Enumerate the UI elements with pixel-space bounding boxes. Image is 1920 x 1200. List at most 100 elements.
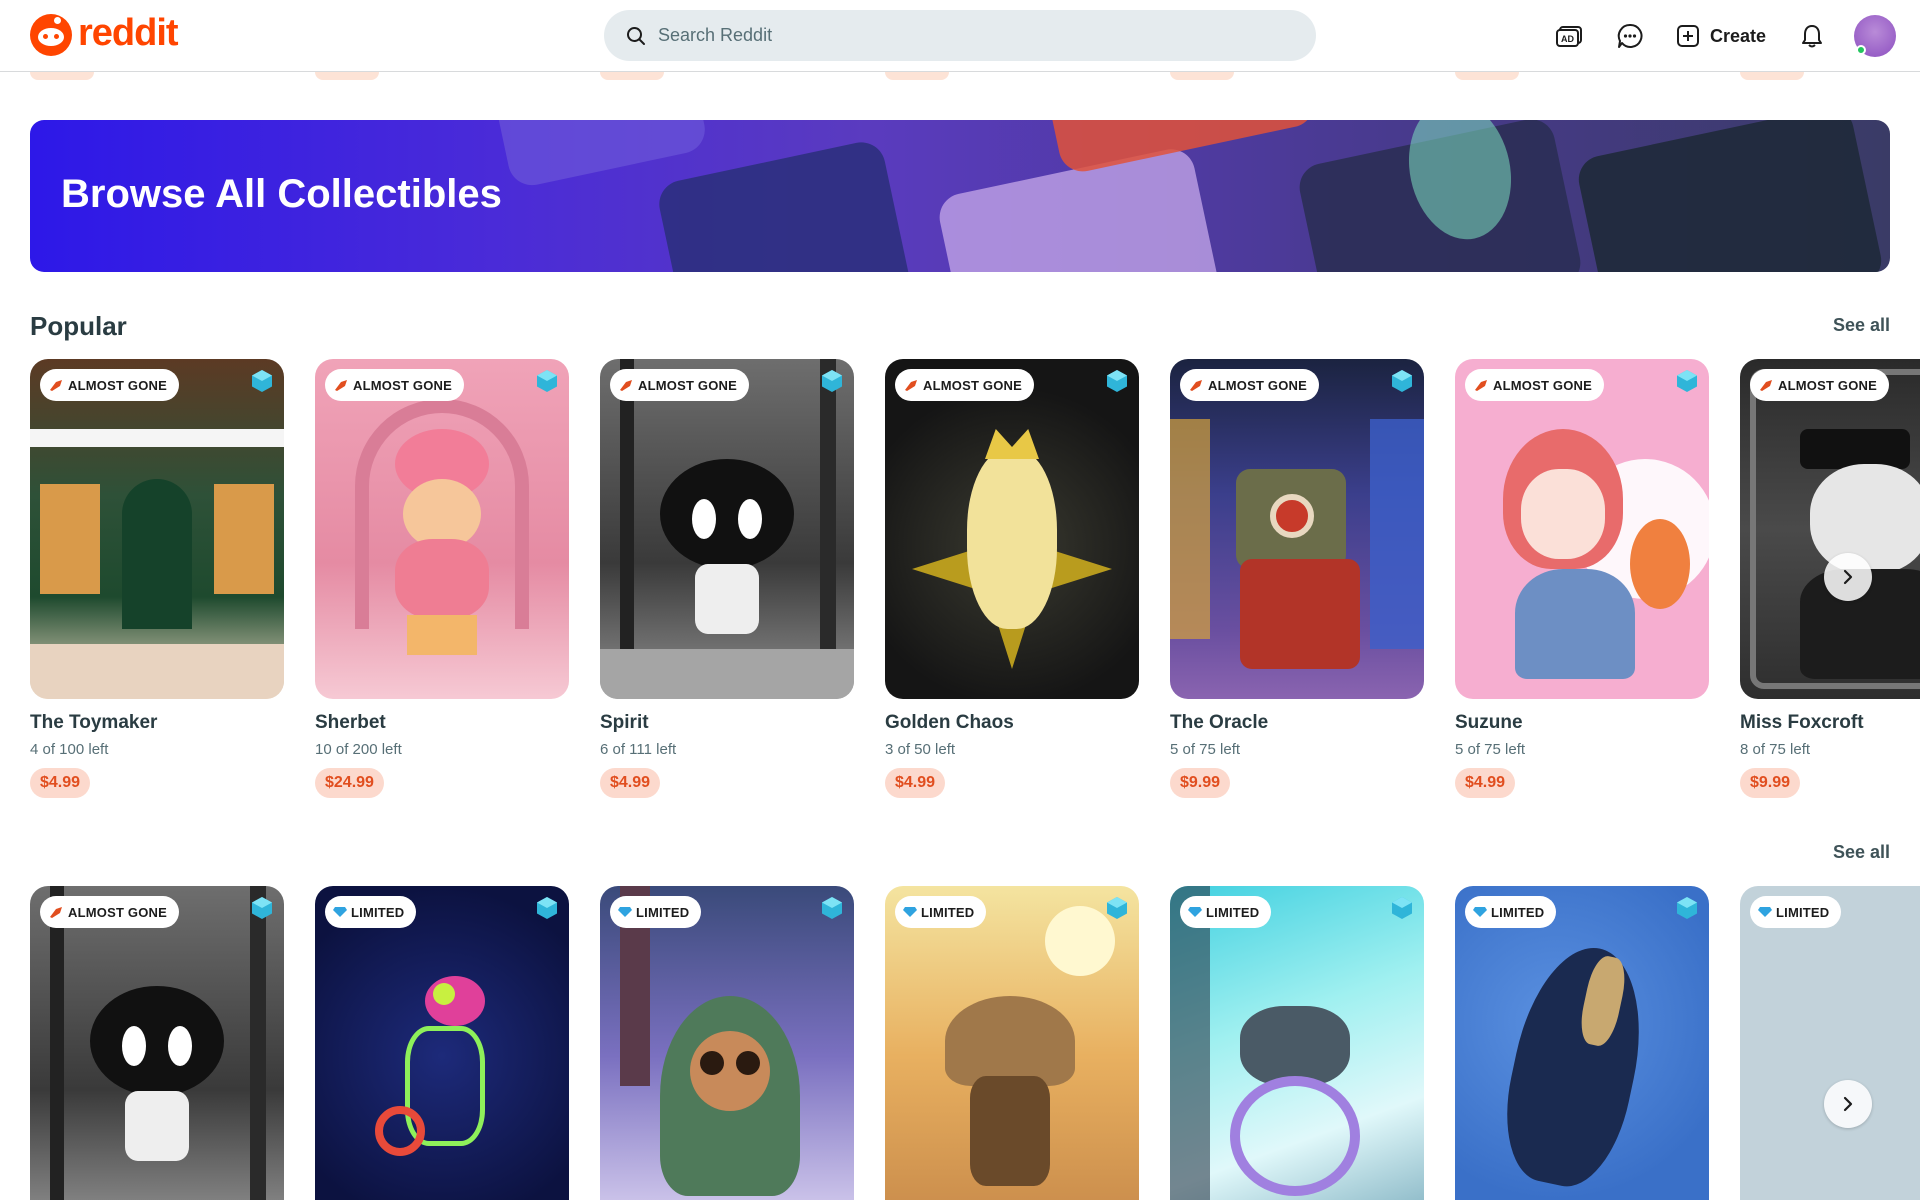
collectible-price[interactable]: $4.99 xyxy=(1455,768,1516,798)
collectible-name: The Toymaker xyxy=(30,712,158,733)
collectible-gem-icon xyxy=(1677,370,1697,392)
notifications-bell-icon xyxy=(1802,25,1822,48)
chevron-right-icon xyxy=(1843,569,1853,585)
collectible-gem-icon xyxy=(252,370,272,392)
collectible-remaining: 5 of 75 left xyxy=(1170,741,1241,758)
second-collectibles-row: ALMOST GONE LIMITED LIMITED LIMITED LIMI… xyxy=(30,886,1920,1200)
online-status-dot xyxy=(1856,45,1866,55)
collectible-remaining: 10 of 200 left xyxy=(315,741,402,758)
collectible-remaining: 3 of 50 left xyxy=(885,741,956,758)
collectible-remaining: 8 of 75 left xyxy=(1740,741,1811,758)
collectible-name: Suzune xyxy=(1455,712,1523,733)
limited-badge: LIMITED xyxy=(1465,896,1557,928)
collectible-price[interactable]: $9.99 xyxy=(1740,768,1801,798)
chat-icon xyxy=(1617,23,1643,48)
almost-gone-badge: ALMOST GONE xyxy=(895,369,1034,401)
collectible-gem-icon xyxy=(1392,897,1412,919)
collectible-art xyxy=(1455,359,1709,699)
collectible-price[interactable]: $4.99 xyxy=(600,768,661,798)
collectible-art xyxy=(885,359,1139,699)
top-nav-bar: reddit AD Create xyxy=(0,0,1920,72)
previous-row-peek xyxy=(1740,72,1804,80)
diamond-icon xyxy=(1188,907,1202,917)
banner-title: Browse All Collectibles xyxy=(61,172,502,216)
user-avatar[interactable] xyxy=(1854,15,1896,57)
rocket-icon xyxy=(1760,380,1772,391)
collectible-remaining: 4 of 100 left xyxy=(30,741,109,758)
reddit-snoo-icon xyxy=(30,14,72,56)
carousel-next-button[interactable] xyxy=(1824,553,1872,601)
browse-all-collectibles-banner[interactable]: Browse All Collectibles xyxy=(30,120,1890,272)
search-icon xyxy=(627,26,645,45)
reddit-logo[interactable]: reddit xyxy=(30,11,179,56)
collectible-name: Miss Foxcroft xyxy=(1740,712,1864,733)
rocket-icon xyxy=(50,907,62,918)
previous-row-peek xyxy=(885,72,949,80)
see-all-popular-link[interactable]: See all xyxy=(1833,315,1890,336)
limited-badge: LIMITED xyxy=(895,896,987,928)
limited-badge: LIMITED xyxy=(1180,896,1272,928)
rocket-icon xyxy=(335,380,347,391)
chat-button[interactable] xyxy=(1612,18,1648,54)
diamond-icon xyxy=(333,907,347,917)
see-all-second-row-link[interactable]: See all xyxy=(1833,842,1890,863)
collectible-art xyxy=(1455,886,1709,1200)
collectible-art xyxy=(600,886,854,1200)
diamond-icon xyxy=(903,907,917,917)
collectible-gem-icon xyxy=(537,897,557,919)
collectible-price[interactable]: $24.99 xyxy=(315,768,384,798)
collectible-art xyxy=(1170,886,1424,1200)
collectible-gem-icon xyxy=(537,370,557,392)
collectible-name: Spirit xyxy=(600,712,649,733)
collectible-remaining: 6 of 111 left xyxy=(600,741,677,758)
almost-gone-badge: ALMOST GONE xyxy=(1465,369,1604,401)
collectible-art xyxy=(1740,359,1920,699)
diamond-icon xyxy=(1758,907,1772,917)
collectible-art xyxy=(30,359,284,699)
collectible-art xyxy=(885,886,1139,1200)
previous-row-peek xyxy=(1455,72,1519,80)
carousel-next-button[interactable] xyxy=(1824,1080,1872,1128)
limited-badge: LIMITED xyxy=(610,896,702,928)
logo-wordmark: reddit xyxy=(78,11,179,54)
almost-gone-badge: ALMOST GONE xyxy=(40,896,179,928)
collectible-gem-icon xyxy=(1107,370,1127,392)
advertise-button[interactable]: AD xyxy=(1552,18,1588,54)
almost-gone-badge: ALMOST GONE xyxy=(610,369,749,401)
collectible-art xyxy=(1740,886,1920,1200)
collectible-remaining: 5 of 75 left xyxy=(1455,741,1526,758)
collectible-gem-icon xyxy=(1392,370,1412,392)
collectible-art xyxy=(315,886,569,1200)
almost-gone-badge: ALMOST GONE xyxy=(325,369,464,401)
create-button[interactable]: Create xyxy=(1672,24,1770,48)
almost-gone-badge: ALMOST GONE xyxy=(40,369,179,401)
collectible-art xyxy=(1170,359,1424,699)
create-plus-icon xyxy=(1676,25,1699,47)
collectible-gem-icon xyxy=(822,370,842,392)
collectible-name: The Oracle xyxy=(1170,712,1269,733)
search-bar[interactable] xyxy=(604,10,1316,61)
collectible-gem-icon xyxy=(1107,897,1127,919)
popular-collectibles-row: ALMOST GONE The Toymaker 4 of 100 left $… xyxy=(30,359,1920,819)
rocket-icon xyxy=(1190,380,1202,391)
previous-row-peek xyxy=(600,72,664,80)
collectible-price[interactable]: $4.99 xyxy=(885,768,946,798)
collectible-price[interactable]: $9.99 xyxy=(1170,768,1231,798)
diamond-icon xyxy=(1473,907,1487,917)
collectible-gem-icon xyxy=(252,897,272,919)
previous-row-peek xyxy=(30,72,94,80)
collectible-name: Golden Chaos xyxy=(885,712,1014,733)
diamond-icon xyxy=(618,907,632,917)
search-input[interactable] xyxy=(658,25,1258,46)
svg-text:AD: AD xyxy=(1561,34,1574,44)
collectible-gem-icon xyxy=(822,897,842,919)
advertise-icon: AD xyxy=(1555,26,1582,47)
section-title-popular: Popular xyxy=(30,311,127,341)
previous-row-peek xyxy=(315,72,379,80)
collectible-price[interactable]: $4.99 xyxy=(30,768,91,798)
chevron-right-icon xyxy=(1843,1096,1853,1112)
rocket-icon xyxy=(905,380,917,391)
rocket-icon xyxy=(620,380,632,391)
rocket-icon xyxy=(1475,380,1487,391)
notifications-button[interactable] xyxy=(1794,18,1830,54)
